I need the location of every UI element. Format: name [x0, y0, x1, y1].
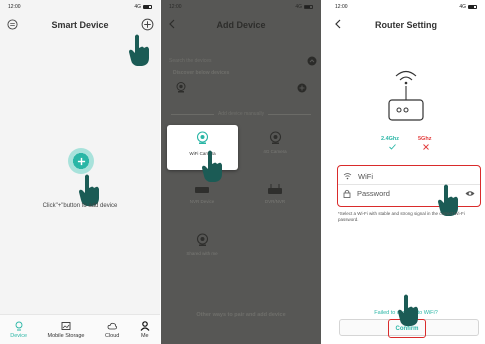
tab-label: Device — [10, 332, 28, 339]
tab-label: Me — [140, 332, 149, 339]
empty-hint: Click"+"button to add device — [42, 203, 118, 209]
status-icons: 4G — [459, 4, 477, 10]
wifi-input[interactable]: WiFi — [358, 172, 373, 181]
status-bar: 12:00 4G — [0, 0, 160, 14]
nvr-icon — [195, 187, 209, 193]
search-input[interactable]: Search the devices — [169, 58, 212, 64]
search-bar[interactable]: Search the devices — [169, 55, 317, 66]
status-bar: 12:00 4G — [327, 0, 485, 14]
storage-icon — [61, 321, 71, 330]
battery-icon — [468, 5, 477, 9]
cross-icon — [423, 144, 429, 150]
status-time: 12:00 — [335, 4, 348, 10]
shared-icon — [196, 233, 208, 246]
device-label: DVR/NVR — [264, 199, 286, 204]
add-discovered-icon[interactable] — [297, 83, 307, 93]
tab-bar: Device Mobile Storage Cloud Me — [0, 314, 160, 344]
add-device-button[interactable] — [68, 148, 94, 174]
tab-mobile-storage[interactable]: Mobile Storage — [47, 321, 84, 339]
back-icon[interactable] — [168, 19, 176, 31]
device-nvr[interactable]: NVR Device — [176, 185, 228, 204]
message-icon[interactable] — [7, 19, 18, 32]
scan-icon[interactable] — [307, 56, 317, 66]
device-icon — [15, 321, 23, 330]
page-title: Smart Device — [51, 20, 109, 30]
add-manually-divider: Add device manually — [171, 111, 312, 117]
tab-label: Mobile Storage — [47, 332, 85, 339]
back-icon[interactable] — [334, 19, 342, 31]
status-time: 12:00 — [169, 4, 182, 10]
tap-hand-icon — [398, 294, 418, 326]
cloud-icon — [107, 322, 117, 329]
tab-cloud[interactable]: Cloud — [105, 321, 119, 339]
other-ways-link[interactable]: Other ways to pair and add device — [161, 312, 321, 318]
tab-label: Cloud — [104, 332, 120, 339]
page-title: Add Device — [216, 20, 266, 30]
band-5-label: 5Ghz — [418, 136, 432, 142]
dvr-icon — [268, 184, 282, 194]
tab-device[interactable]: Device — [10, 321, 27, 339]
device-dvr[interactable]: DVR/NVR — [249, 184, 301, 204]
device-shared[interactable]: Shared with me — [176, 233, 228, 256]
tap-hand-icon — [202, 150, 222, 182]
user-icon — [140, 320, 150, 331]
discover-label: Discover below devices — [173, 70, 230, 76]
tap-hand-icon — [129, 34, 149, 66]
device-label: 4G Camera — [263, 149, 287, 154]
signal-label: 4G — [134, 4, 141, 10]
nav-bar: Router Setting — [327, 14, 485, 36]
add-device-icon[interactable] — [141, 18, 154, 33]
tab-me[interactable]: Me — [140, 320, 150, 339]
4g-camera-icon — [269, 131, 281, 144]
router-setting-screen: 12:00 4G Router Setting 2.4Ghz 5Ghz WiFi… — [327, 0, 485, 344]
device-label: Shared with me — [186, 251, 218, 256]
router-icon — [388, 70, 424, 121]
lock-icon — [343, 189, 351, 198]
page-title: Router Setting — [375, 20, 437, 30]
device-4g-camera[interactable]: 4G Camera — [249, 131, 301, 154]
discovered-camera-icon[interactable] — [176, 82, 186, 93]
status-icons: 4G — [134, 4, 152, 10]
check-icon — [389, 144, 396, 150]
status-icons: 4G — [295, 4, 313, 10]
band-24-label: 2.4Ghz — [381, 136, 400, 142]
status-bar: 12:00 4G — [161, 0, 321, 14]
wifi-icon — [343, 173, 352, 180]
add-manually-label: Add device manually — [217, 111, 265, 117]
device-label: NVR Device — [189, 199, 215, 204]
battery-icon — [143, 5, 152, 9]
plus-icon — [77, 157, 85, 165]
eye-icon[interactable] — [465, 190, 475, 197]
smart-device-screen: 12:00 4G Smart Device Click"+"button to … — [0, 0, 160, 344]
status-time: 12:00 — [8, 4, 21, 10]
wifi-note: *Select a Wi-Fi with stable and strong s… — [338, 211, 465, 223]
signal-label: 4G — [459, 4, 466, 10]
add-device-screen: 12:00 4G Add Device Search the devices D… — [161, 0, 321, 344]
nav-bar: Add Device — [161, 14, 321, 36]
battery-icon — [304, 5, 313, 9]
wifi-camera-icon — [196, 131, 209, 144]
signal-label: 4G — [295, 4, 302, 10]
